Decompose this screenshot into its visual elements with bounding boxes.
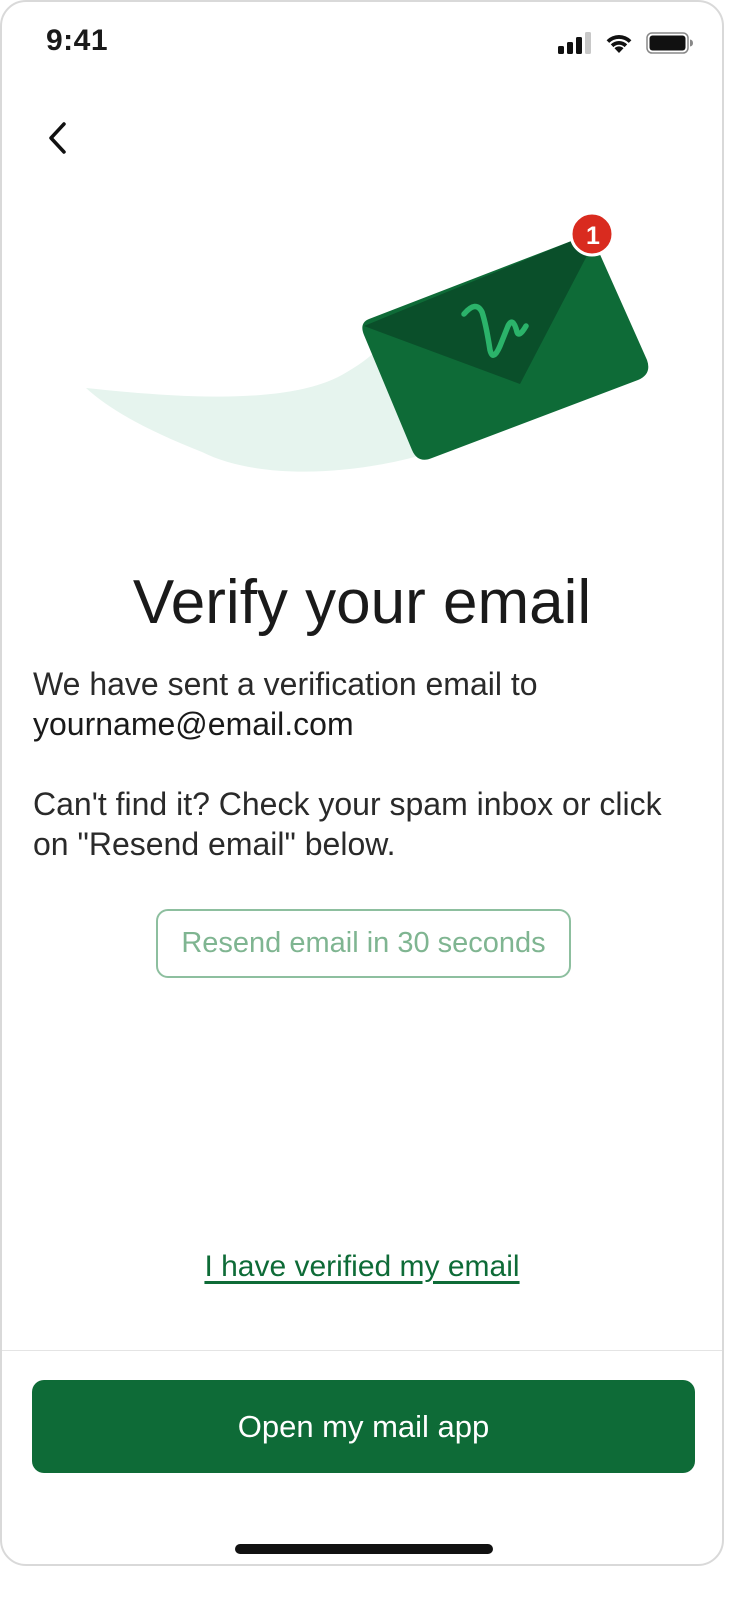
- resend-email-button[interactable]: Resend email in 30 seconds: [156, 909, 571, 978]
- home-indicator: [235, 1544, 493, 1554]
- notification-badge: 1: [569, 211, 615, 257]
- back-button[interactable]: [32, 114, 84, 166]
- footer-divider: [2, 1350, 722, 1351]
- email-address: yourname@email.com: [33, 706, 354, 742]
- cellular-signal-icon: [558, 32, 592, 59]
- open-mail-app-button[interactable]: Open my mail app: [32, 1380, 695, 1473]
- battery-icon: [646, 32, 694, 59]
- sent-text: We have sent a verification email to: [33, 666, 538, 702]
- badge-count: 1: [586, 222, 600, 250]
- verified-email-link[interactable]: I have verified my email: [2, 1250, 722, 1284]
- wifi-icon: [604, 32, 634, 59]
- status-time: 9:41: [46, 24, 109, 57]
- spam-hint-text: Can't find it? Check your spam inbox or …: [33, 786, 662, 862]
- screen: 9:41 1 Verify your email We have sent a …: [0, 0, 724, 1566]
- chevron-left-icon: [45, 121, 71, 160]
- page-title: Verify your email: [132, 568, 592, 637]
- status-icons: [558, 32, 694, 59]
- sent-message: We have sent a verification email to you…: [33, 664, 693, 744]
- email-illustration: 1: [2, 202, 722, 502]
- status-bar: 9:41: [2, 2, 722, 90]
- envelope-icon: [362, 238, 649, 460]
